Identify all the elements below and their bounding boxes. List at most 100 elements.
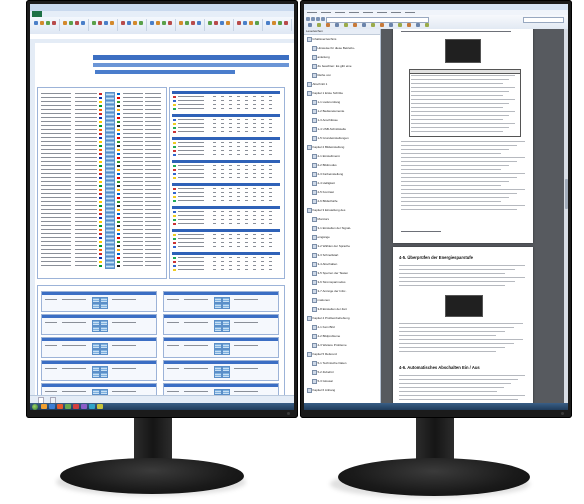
- pdf-vertical-scrollbar[interactable]: [564, 29, 568, 403]
- bookmark-item[interactable]: 2-5 Kontrast: [304, 190, 380, 195]
- bookmark-item[interactable]: 4-2 Bildprobleme: [304, 334, 380, 339]
- nav-button-icon[interactable]: [311, 16, 315, 21]
- bookmark-item[interactable]: Kapitel 1 Erste Schritte: [304, 91, 380, 96]
- knockout-score-d[interactable]: [100, 326, 108, 332]
- bookmark-item[interactable]: 1-4 USB-Schnittstelle: [304, 127, 380, 132]
- knockout-score-d[interactable]: [100, 372, 108, 378]
- knockout-score-c[interactable]: [214, 326, 222, 332]
- bookmark-item[interactable]: 1-2 Bedienelemente: [304, 109, 380, 114]
- bookmark-item[interactable]: Hinweise für diese Betriebs-: [304, 46, 380, 51]
- bookmark-item[interactable]: Kapitel 2 Bildeinstellung: [304, 145, 380, 150]
- ribbon-tool-icon[interactable]: [98, 21, 102, 25]
- ribbon-tool-icon[interactable]: [127, 21, 131, 25]
- knockout-score-d[interactable]: [222, 303, 230, 309]
- nav-button-icon[interactable]: [321, 16, 325, 21]
- pdf-tool-icon[interactable]: [326, 23, 330, 27]
- bookmark-item[interactable]: anleitung: [304, 55, 380, 60]
- pdf-tool-icon[interactable]: [425, 23, 429, 27]
- knockout-score-d[interactable]: [100, 349, 108, 355]
- bookmark-item[interactable]: 2-3 Farbeinstellung: [304, 172, 380, 177]
- bookmark-item[interactable]: Kapitel 3 Einstellung des: [304, 208, 380, 213]
- ribbon-tool-icon[interactable]: [249, 21, 253, 25]
- ribbon-tool-icon[interactable]: [69, 21, 73, 25]
- pdf-menu-item[interactable]: [391, 12, 401, 13]
- ribbon-tool-icon[interactable]: [133, 21, 137, 25]
- bookmark-item[interactable]: 4-3 Weitere Probleme: [304, 343, 380, 348]
- taskbar-app-icon[interactable]: [65, 404, 71, 409]
- knockout-score-c[interactable]: [214, 372, 222, 378]
- start-button-icon[interactable]: [32, 403, 38, 410]
- taskbar-app-icon[interactable]: [97, 404, 103, 409]
- knockout-score-c[interactable]: [92, 303, 100, 309]
- pdf-tool-icon[interactable]: [416, 23, 420, 27]
- knockout-score-c[interactable]: [92, 349, 100, 355]
- knockout-score-c[interactable]: [92, 372, 100, 378]
- knockout-score-c[interactable]: [214, 349, 222, 355]
- knockout-score-d[interactable]: [222, 349, 230, 355]
- excel-worksheet[interactable]: [35, 43, 294, 396]
- ribbon-tool-icon[interactable]: [266, 21, 270, 25]
- ribbon-tool-icon[interactable]: [81, 21, 85, 25]
- ribbon-tool-icon[interactable]: [168, 21, 172, 25]
- pdf-scroll-thumb[interactable]: [564, 179, 568, 209]
- taskbar-app-icon[interactable]: [89, 404, 95, 409]
- bookmark-item[interactable]: 5-3 Glossar: [304, 379, 380, 384]
- ribbon-tool-icon[interactable]: [179, 21, 183, 25]
- ribbon-tool-icon[interactable]: [52, 21, 56, 25]
- bookmark-item[interactable]: Inhaltsverzeichnis: [304, 37, 380, 42]
- ribbon-tool-icon[interactable]: [40, 21, 44, 25]
- nav-button-icon[interactable]: [306, 16, 310, 21]
- bookmark-item[interactable]: 3-8 Einstellen der Zeit: [304, 307, 380, 312]
- bookmark-item[interactable]: mationen: [304, 298, 380, 303]
- bookmark-item[interactable]: Reihe von: [304, 73, 380, 78]
- ribbon-tool-icon[interactable]: [121, 21, 125, 25]
- pdf-menu-item[interactable]: [307, 12, 317, 13]
- knockout-score-c[interactable]: [92, 326, 100, 332]
- bookmark-item[interactable]: 1-1 Lieferumfang: [304, 100, 380, 105]
- bookmark-item[interactable]: 2-2 Bildmodus: [304, 163, 380, 168]
- ribbon-tool-icon[interactable]: [208, 21, 212, 25]
- bookmark-item[interactable]: Kapitel 4 Problembehebung: [304, 316, 380, 321]
- pdf-tool-icon[interactable]: [335, 23, 339, 27]
- pdf-tool-icon[interactable]: [353, 23, 357, 27]
- ribbon-tool-icon[interactable]: [220, 21, 224, 25]
- bookmark-item[interactable]: 5-2 Zubehör: [304, 370, 380, 375]
- ribbon-tool-icon[interactable]: [156, 21, 160, 25]
- ribbon-tool-icon[interactable]: [185, 21, 189, 25]
- bookmark-item[interactable]: 3-2 Wählen der Sprache: [304, 244, 380, 249]
- ribbon-tool-icon[interactable]: [191, 21, 195, 25]
- bookmark-item[interactable]: 5-1 Technische Daten: [304, 361, 380, 366]
- nav-button-icon[interactable]: [316, 16, 320, 21]
- taskbar-app-icon[interactable]: [73, 404, 79, 409]
- pdf-tool-icon[interactable]: [362, 23, 366, 27]
- pdf-menu-item[interactable]: [363, 12, 373, 13]
- knockout-score-d[interactable]: [100, 303, 108, 309]
- taskbar-app-icon[interactable]: [57, 404, 63, 409]
- bookmark-item[interactable]: 3-5 Sperren der Tasten: [304, 271, 380, 276]
- pdf-menu-item[interactable]: [321, 12, 331, 13]
- ribbon-tool-icon[interactable]: [278, 21, 282, 25]
- bookmark-item[interactable]: Kapitel 6 Anhang: [304, 388, 380, 393]
- ribbon-tool-icon[interactable]: [255, 21, 259, 25]
- bookmark-item[interactable]: 2-6 Bildschärfe: [304, 199, 380, 204]
- bookmark-item[interactable]: 3-4 Abschalten: [304, 262, 380, 267]
- pdf-menu-item[interactable]: [405, 12, 415, 13]
- ribbon-tool-icon[interactable]: [110, 21, 114, 25]
- bookmark-item[interactable]: 1-5 Grundeinstellungen: [304, 136, 380, 141]
- pdf-tool-icon[interactable]: [389, 23, 393, 27]
- pdf-menu-item[interactable]: [349, 12, 359, 13]
- ribbon-tool-icon[interactable]: [272, 21, 276, 25]
- bookmark-item[interactable]: 3-7 Anzeige der Infor-: [304, 289, 380, 294]
- ribbon-tool-icon[interactable]: [226, 21, 230, 25]
- bookmark-item[interactable]: 2-1 Einstellmenü: [304, 154, 380, 159]
- bookmark-item[interactable]: 1-3 Anschlüsse: [304, 118, 380, 123]
- bookmark-item[interactable]: 3-3 Schnellstart: [304, 253, 380, 258]
- ribbon-tool-icon[interactable]: [139, 21, 143, 25]
- ribbon-tool-icon[interactable]: [63, 21, 67, 25]
- pdf-document-view[interactable]: 4-5. Überprüfen der Energiesparstufe 4-6…: [381, 29, 568, 403]
- ribbon-tool-icon[interactable]: [237, 21, 241, 25]
- bookmark-item[interactable]: Monitors: [304, 217, 380, 222]
- knockout-score-d[interactable]: [222, 326, 230, 332]
- bookmark-item[interactable]: Abschnitt 1: [304, 82, 380, 87]
- score-cell[interactable]: [105, 264, 115, 269]
